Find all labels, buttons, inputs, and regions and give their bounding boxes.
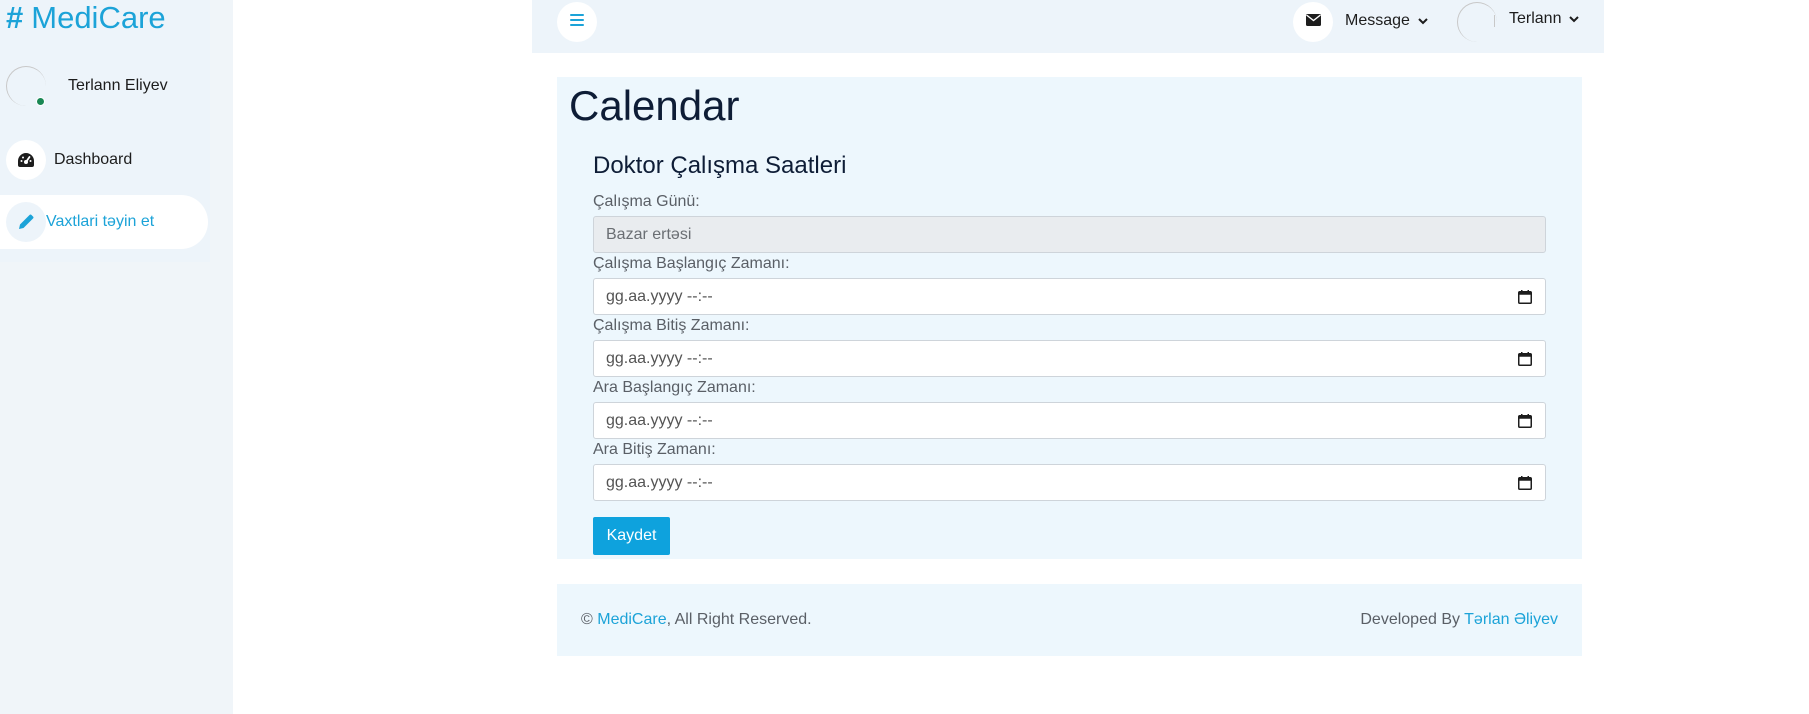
messages-button[interactable] (1293, 2, 1333, 42)
work-end-label: Çalışma Bitiş Zamanı: (593, 317, 750, 334)
sidebar-item-label: Dashboard (54, 151, 133, 168)
calendar-card: Calendar Doktor Çalışma Saatleri Çalışma… (557, 77, 1582, 559)
messages-label: Message (1345, 12, 1410, 29)
sidebar-user: Terlann Eliyev (6, 66, 168, 106)
calendar-icon[interactable] (1518, 290, 1532, 304)
page-title: Calendar (569, 82, 740, 129)
datetime-placeholder: gg.aa.yyyy --:-- (606, 287, 713, 305)
user-name-label: Terlann (1509, 10, 1562, 27)
developer-link[interactable]: Tərlan Əliyev (1464, 611, 1558, 628)
datetime-placeholder: gg.aa.yyyy --:-- (606, 473, 713, 491)
pencil-icon (6, 202, 46, 242)
hashtag-icon: # (6, 0, 24, 35)
calendar-icon[interactable] (1518, 352, 1532, 366)
calendar-icon[interactable] (1518, 476, 1532, 490)
work-day-field[interactable]: Bazar ertəsi (593, 216, 1546, 253)
work-end-datetime-input[interactable]: gg.aa.yyyy --:-- (593, 340, 1546, 377)
copyright-symbol: © (581, 611, 593, 628)
chevron-down-icon (1569, 15, 1580, 23)
avatar-divider (1494, 15, 1495, 27)
envelope-icon (1305, 13, 1321, 31)
sidebar-item-dashboard[interactable]: Dashboard (6, 139, 132, 181)
footer-rights-text: , All Right Reserved. (666, 611, 812, 628)
sidebar-user-name: Terlann Eliyev (68, 77, 168, 94)
break-end-datetime-input[interactable]: gg.aa.yyyy --:-- (593, 464, 1546, 501)
datetime-placeholder: gg.aa.yyyy --:-- (606, 411, 713, 429)
brand-logo[interactable]: # MediCare (6, 0, 166, 36)
avatar (6, 66, 46, 106)
calendar-icon[interactable] (1518, 414, 1532, 428)
developed-by-text: Developed By (1360, 611, 1460, 628)
user-dropdown[interactable]: Terlann (1509, 10, 1580, 28)
break-start-datetime-input[interactable]: gg.aa.yyyy --:-- (593, 402, 1546, 439)
footer-copyright: © MediCare, All Right Reserved. (581, 611, 812, 629)
hamburger-icon (570, 13, 584, 31)
work-day-label: Çalışma Günü: (593, 193, 700, 210)
sidebar: # MediCare Terlann Eliyev Dashboard Vaxt… (0, 0, 233, 714)
break-end-label: Ara Bitiş Zamanı: (593, 441, 716, 458)
save-button[interactable]: Kaydet (593, 517, 670, 555)
footer-brand-link[interactable]: MediCare (597, 611, 666, 628)
form-title: Doktor Çalışma Saatleri (593, 152, 847, 179)
sidebar-item-set-times[interactable]: Vaxtlari təyin et (0, 195, 208, 249)
datetime-placeholder: gg.aa.yyyy --:-- (606, 349, 713, 367)
break-start-label: Ara Başlangıç Zamanı: (593, 379, 756, 396)
footer: © MediCare, All Right Reserved. Develope… (557, 584, 1582, 656)
sidebar-toggle-button[interactable] (557, 2, 597, 42)
chevron-down-icon (1418, 17, 1428, 25)
sidebar-panel: # MediCare Terlann Eliyev Dashboard Vaxt… (0, 0, 210, 262)
top-navbar: Message Terlann (532, 0, 1604, 53)
gauge-icon (6, 140, 46, 180)
work-start-datetime-input[interactable]: gg.aa.yyyy --:-- (593, 278, 1546, 315)
footer-credits: Developed By Tərlan Əliyev (1360, 611, 1558, 629)
work-start-label: Çalışma Başlangıç Zamanı: (593, 255, 790, 272)
brand-name: MediCare (31, 0, 166, 35)
messages-dropdown[interactable]: Message (1345, 12, 1428, 30)
user-avatar[interactable] (1457, 2, 1497, 42)
sidebar-item-label: Vaxtlari təyin et (46, 213, 155, 230)
online-status-indicator (36, 97, 45, 106)
